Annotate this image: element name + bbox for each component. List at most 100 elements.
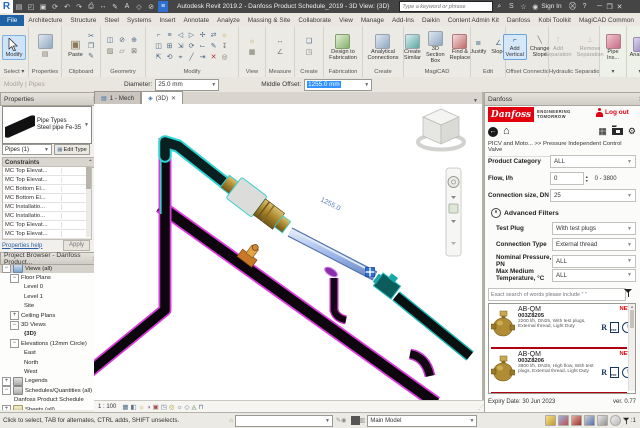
open-icon[interactable]: ◰: [26, 1, 36, 12]
tab-danfoss[interactable]: Danfoss: [503, 15, 534, 26]
exclude-options-icon[interactable]: ▥: [360, 417, 366, 424]
text-icon[interactable]: A: [122, 1, 132, 12]
pipe-after-valve[interactable]: [396, 296, 470, 356]
analytical-model-icon[interactable]: ◬: [192, 403, 197, 411]
logout-button[interactable]: Log out: [596, 108, 629, 117]
active-workset-select[interactable]: ▼: [235, 415, 333, 427]
danfoss-panel-header[interactable]: Danfoss ✕: [484, 92, 640, 106]
pen-icon[interactable]: ✎: [209, 42, 219, 52]
tree-item-3d[interactable]: {3D}: [0, 330, 94, 339]
tree-item-east[interactable]: East: [0, 349, 94, 358]
properties-help-link[interactable]: Properties help: [2, 243, 42, 249]
tab-file[interactable]: File: [0, 15, 24, 26]
cope-icon[interactable]: ◫: [105, 36, 115, 46]
minimize-button[interactable]: ─: [595, 3, 605, 10]
panel-label-view[interactable]: View: [239, 68, 265, 77]
tab-add-ins[interactable]: Add-Ins: [388, 15, 418, 26]
navigation-bar[interactable]: [446, 168, 461, 256]
temporary-dimension-label[interactable]: 1255.0: [319, 197, 341, 213]
tree-item-legends[interactable]: + Legends: [0, 377, 94, 386]
tree-item-level0[interactable]: Level 0: [0, 283, 94, 292]
temporary-view-icon[interactable]: ◇: [185, 403, 190, 411]
analysis-button[interactable]: Analysis: [628, 36, 640, 59]
panel-label-clipboard[interactable]: Clipboard: [62, 68, 100, 77]
measure-between-icon[interactable]: ↔: [275, 37, 285, 47]
properties-icon[interactable]: [38, 34, 53, 49]
tree-item-ceiling-plans[interactable]: + Ceiling Plans: [0, 311, 94, 320]
middle-offset-input[interactable]: 1255.0 mm ▼: [304, 79, 372, 91]
load-family-icon[interactable]: R: [601, 369, 607, 377]
mirror-axis-icon[interactable]: ▷: [187, 31, 197, 41]
apply-button[interactable]: Apply: [63, 240, 90, 251]
tree-item-danfoss-schedule[interactable]: Danfoss Product Schedule: [0, 395, 94, 404]
section-icon[interactable]: ⊘: [146, 1, 156, 12]
drag-handle-icon[interactable]: [366, 268, 375, 277]
tab-kobi-toolkit[interactable]: Kobi Toolkit: [534, 15, 575, 26]
panel-label-magicad[interactable]: MagiCAD: [404, 68, 470, 77]
assembly-icon[interactable]: ◳: [304, 48, 314, 58]
scale-icon[interactable]: ⇲: [176, 42, 186, 52]
shadows-icon[interactable]: ◑: [147, 404, 151, 411]
undo-icon[interactable]: ↶: [62, 1, 72, 12]
join-icon[interactable]: ⊕: [129, 36, 139, 46]
pin-icon[interactable]: ↧: [220, 42, 230, 52]
cut-icon[interactable]: ✂: [86, 32, 96, 42]
selection-filter-icon[interactable]: [623, 417, 630, 425]
3d-section-box-button[interactable]: 3D Section Box: [424, 30, 447, 65]
crop-region-icon[interactable]: ◳: [161, 403, 167, 411]
properties-header[interactable]: Properties ✕: [0, 92, 102, 106]
design-options-icon[interactable]: [351, 416, 360, 425]
tab-insert[interactable]: Insert: [155, 15, 179, 26]
panel-label-hydraulic-separation[interactable]: Hydraulic Separation: [549, 68, 599, 77]
tab-steel[interactable]: Steel: [100, 15, 123, 26]
rotate-icon[interactable]: ⟳: [187, 42, 197, 52]
design-to-fabrication-button[interactable]: Design to Fabrication: [327, 33, 359, 62]
tree-item-sheets[interactable]: + Sheets (all): [0, 405, 94, 410]
property-row[interactable]: MC Top Elevat...: [3, 230, 91, 239]
connection-type-select[interactable]: External thread▼: [552, 238, 636, 251]
tree-item-north[interactable]: North: [0, 358, 94, 367]
temporary-hide-icon[interactable]: ◎: [169, 403, 175, 411]
cut-geometry-icon[interactable]: ⊘: [117, 36, 127, 46]
wand-icon[interactable]: ╱: [187, 53, 197, 63]
product-item[interactable]: AB-QM 003Z8205 2200 l/h, DN25, With test…: [489, 304, 635, 349]
app-store-icon[interactable]: ⛒: [568, 1, 578, 12]
select-underlay-icon[interactable]: [597, 415, 608, 426]
viewcube[interactable]: [418, 109, 464, 150]
view-tab-mech[interactable]: ▤ 1 - Mech: [94, 91, 141, 104]
copy-modify-icon[interactable]: ⇄: [209, 31, 219, 41]
panel-label-create2[interactable]: Create: [363, 68, 403, 77]
sun-path-icon[interactable]: ☼: [139, 404, 145, 411]
test-plug-select[interactable]: With test plugs▼: [552, 222, 636, 235]
trim-icon[interactable]: ⌙: [198, 42, 208, 52]
close-button[interactable]: ✕: [615, 3, 625, 11]
delete-icon[interactable]: ✕: [209, 53, 219, 63]
panel-label-analysis[interactable]: ▾: [627, 68, 640, 77]
scrollbar[interactable]: [86, 167, 91, 237]
tab-collaborate[interactable]: Collaborate: [294, 15, 335, 26]
group-icon[interactable]: ❏: [304, 37, 314, 47]
measure2-icon[interactable]: ◎: [220, 53, 230, 63]
angle-icon[interactable]: ∠: [275, 48, 285, 58]
tab-content-admin-kit[interactable]: Content Admin Kit: [444, 15, 503, 26]
tag-icon[interactable]: ✎: [110, 1, 120, 12]
back-icon[interactable]: ←: [488, 127, 498, 137]
element-filter-select[interactable]: Pipes (1) ▼: [2, 144, 52, 155]
property-row[interactable]: MC Bottom El...: [3, 194, 91, 203]
panel-label-properties[interactable]: Properties: [29, 68, 61, 77]
worksharing-display-icon[interactable]: [545, 415, 556, 426]
override-icon[interactable]: ▦: [247, 48, 257, 58]
tree-item-level1[interactable]: Level 1: [0, 292, 94, 301]
lightbulb-icon[interactable]: ☼: [220, 31, 230, 41]
save-icon[interactable]: ▣: [38, 1, 48, 12]
print-icon[interactable]: ⎙: [86, 1, 96, 12]
tab-structure[interactable]: Structure: [66, 15, 100, 26]
tree-item-site[interactable]: Site: [0, 302, 94, 311]
load-family-icon[interactable]: R: [601, 324, 607, 332]
move-icon[interactable]: ✢: [198, 31, 208, 41]
reveal-hidden-icon[interactable]: ☼: [177, 404, 183, 411]
sync-icon[interactable]: ⟳: [50, 1, 60, 12]
mirror-icon[interactable]: ◁: [176, 31, 186, 41]
home-icon[interactable]: ⌂: [503, 126, 510, 137]
pipe-elbow-fragment[interactable]: [410, 354, 430, 376]
